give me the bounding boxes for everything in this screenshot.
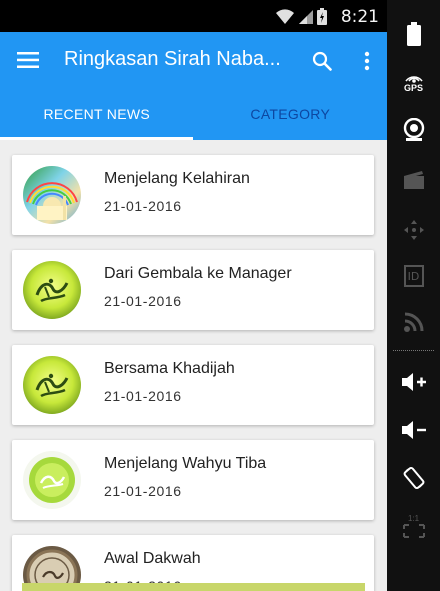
rss-icon — [403, 312, 423, 332]
battery-button[interactable] — [387, 14, 440, 54]
gps-button[interactable]: GPS — [387, 62, 440, 102]
hamburger-menu-button[interactable] — [10, 42, 46, 78]
id-icon: ID — [403, 265, 424, 287]
toolbar: Ringkasan Sirah Naba... — [0, 32, 387, 88]
item-title: Awal Dakwah — [104, 550, 201, 567]
item-thumbnail — [23, 166, 81, 224]
search-icon — [312, 51, 332, 71]
hamburger-menu-icon — [17, 52, 39, 68]
list-item[interactable]: Menjelang Kelahiran 21-01-2016 — [12, 155, 374, 235]
scale-icon — [402, 523, 425, 538]
news-list[interactable]: Menjelang Kelahiran 21-01-2016 Dari Gemb… — [0, 140, 387, 591]
rotate-icon — [403, 466, 424, 490]
tab-recent-news[interactable]: RECENT NEWS — [0, 88, 194, 140]
battery-icon — [406, 22, 421, 46]
item-title: Menjelang Kelahiran — [104, 170, 250, 187]
panel-divider — [393, 350, 434, 351]
wifi-icon — [276, 9, 294, 24]
ad-banner-edge — [22, 583, 365, 591]
device-id-button[interactable]: ID — [387, 256, 440, 296]
phone-screen: 8:21 Ringkasan Sirah Naba... RECENT NEWS… — [0, 0, 387, 591]
camera-button[interactable] — [387, 110, 440, 150]
item-date: 21-01-2016 — [104, 483, 182, 499]
dpad-button[interactable] — [387, 210, 440, 250]
volume-down-button[interactable] — [387, 410, 440, 450]
overflow-menu-button[interactable] — [352, 44, 382, 78]
list-item[interactable]: Dari Gembala ke Manager 21-01-2016 — [12, 250, 374, 330]
gps-label: GPS — [403, 83, 423, 93]
search-button[interactable] — [305, 44, 339, 78]
camera-icon — [403, 118, 424, 141]
app-title: Ringkasan Sirah Naba... — [64, 48, 281, 70]
tab-label: CATEGORY — [250, 106, 331, 122]
item-title: Dari Gembala ke Manager — [104, 265, 292, 282]
item-date: 21-01-2016 — [104, 293, 182, 309]
list-item[interactable]: Bersama Khadijah 21-01-2016 — [12, 345, 374, 425]
item-thumbnail — [23, 261, 81, 319]
film-icon — [403, 171, 424, 189]
rotate-button[interactable] — [387, 458, 440, 498]
more-vert-icon — [364, 51, 370, 71]
media-button[interactable] — [387, 160, 440, 200]
item-thumbnail — [23, 451, 81, 509]
item-date: 21-01-2016 — [104, 388, 182, 404]
app-bar: Ringkasan Sirah Naba... RECENT NEWS CATE… — [0, 32, 387, 140]
tab-category[interactable]: CATEGORY — [194, 88, 388, 140]
item-title: Menjelang Wahyu Tiba — [104, 455, 267, 472]
volume-down-icon — [401, 421, 426, 439]
scale-button[interactable]: 1:1 — [387, 506, 440, 546]
item-title: Bersama Khadijah — [104, 360, 235, 377]
dpad-icon — [403, 220, 424, 240]
network-button[interactable] — [387, 302, 440, 342]
scale-label: 1:1 — [407, 513, 420, 523]
gps-icon — [404, 76, 423, 83]
item-thumbnail — [23, 356, 81, 414]
emulator-side-panel: GPS ID 1:1 — [387, 0, 440, 591]
list-item[interactable]: Menjelang Wahyu Tiba 21-01-2016 — [12, 440, 374, 520]
tab-label: RECENT NEWS — [43, 106, 150, 122]
id-label: ID — [407, 269, 420, 283]
tab-bar: RECENT NEWS CATEGORY — [0, 88, 387, 140]
volume-up-icon — [401, 373, 426, 391]
battery-icon — [317, 8, 327, 25]
signal-icon — [299, 10, 313, 24]
volume-up-button[interactable] — [387, 362, 440, 402]
status-icons — [275, 7, 327, 25]
status-time: 8:21 — [340, 7, 379, 27]
item-date: 21-01-2016 — [104, 198, 182, 214]
status-bar: 8:21 — [0, 0, 387, 32]
